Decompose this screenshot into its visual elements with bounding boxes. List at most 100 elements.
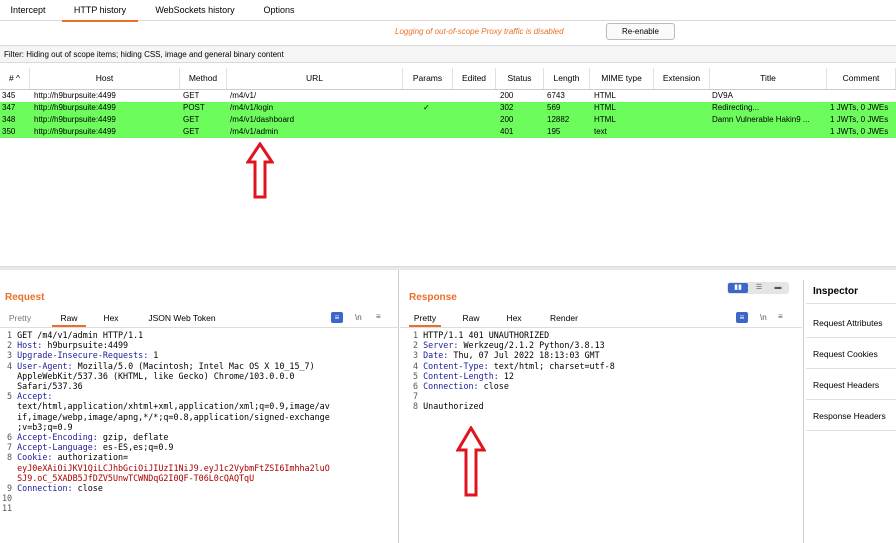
filter-bar[interactable]: Filter: Hiding out of scope items; hidin… (0, 45, 896, 63)
request-editor[interactable]: 1 GET /m4/v1/admin HTTP/1.1 2 Host: h9bu… (2, 330, 330, 514)
code-line: 2 Server: Werkzeug/2.1.2 Python/3.8.13 (408, 340, 615, 350)
panel-divider[interactable] (398, 270, 399, 543)
line-text: GET /m4/v1/admin HTTP/1.1 (17, 330, 144, 340)
col-params[interactable]: Params (403, 68, 453, 89)
col-extension[interactable]: Extension (654, 68, 710, 89)
tab-options[interactable]: Options (254, 0, 304, 20)
line-text: Werkzeug/2.1.2 Python/3.8.13 (458, 340, 605, 351)
table-row[interactable]: 348 http://h9burpsuite:4499 GET /m4/v1/d… (0, 114, 896, 126)
cell-method: GET (183, 115, 200, 124)
request-tab-raw[interactable]: Raw (52, 311, 86, 327)
layout-split-icon[interactable]: ▮▮ (728, 283, 748, 293)
cell-title (712, 126, 825, 138)
col-comment[interactable]: Comment (827, 68, 896, 89)
header-name: Accept-Language: (17, 442, 98, 453)
response-menu-icon[interactable]: ≡ (778, 312, 783, 321)
col-mime-type[interactable]: MIME type (590, 68, 654, 89)
tab-websockets-history[interactable]: WebSockets history (146, 0, 244, 20)
line-number: 3 (2, 350, 18, 361)
header-name: Host: (17, 340, 43, 351)
jwt-token-text: SJ9.oC_5XADB5JfDZV5UnwTCWNDqG2I0QF-T06L0… (17, 472, 255, 483)
cell-host: http://h9burpsuite:4499 (34, 91, 116, 100)
history-table-header: # ^ Host Method URL Params Edited Status… (0, 68, 896, 90)
tab-intercept[interactable]: Intercept (0, 0, 56, 20)
header-name: Connection: (423, 381, 479, 392)
header-name: Date: (423, 350, 449, 361)
request-tabs-divider (0, 327, 398, 328)
request-tab-hex[interactable]: Hex (96, 311, 126, 325)
request-tab-jwt[interactable]: JSON Web Token (138, 311, 226, 325)
line-number: 2 (2, 340, 18, 351)
code-line: 2 Host: h9burpsuite:4499 (2, 340, 330, 350)
response-editor[interactable]: 1 HTTP/1.1 401 UNAUTHORIZED 2 Server: We… (408, 330, 615, 412)
line-number: 8 (408, 401, 424, 412)
scope-warning: Logging of out-of-scope Proxy traffic is… (395, 27, 564, 36)
line-number: 11 (2, 503, 18, 514)
line-text: authorization= (52, 452, 129, 463)
line-number: 1 (408, 330, 424, 340)
response-tab-pretty[interactable]: Pretty (409, 311, 441, 327)
cell-title: DV9A (712, 91, 733, 100)
line-number: 7 (2, 442, 18, 453)
code-line: 6 Connection: close (408, 381, 615, 391)
layout-single-icon[interactable]: ▬ (769, 283, 787, 293)
line-text: text/html; charset=utf-8 (488, 360, 615, 371)
line-text: h9burpsuite:4499 (42, 340, 129, 351)
table-row[interactable]: 345 http://h9burpsuite:4499 GET /m4/v1/ … (0, 90, 896, 102)
line-number (2, 412, 17, 422)
table-row-selected[interactable]: 350 http://h9burpsuite:4499 GET /m4/v1/a… (0, 126, 896, 138)
code-line: 4 Content-Type: text/html; charset=utf-8 (408, 361, 615, 371)
cell-url: /m4/v1/login (230, 103, 274, 112)
code-line: 5 Content-Length: 12 (408, 371, 615, 381)
reenable-button[interactable]: Re-enable (606, 23, 675, 40)
line-number: 10 (2, 493, 18, 504)
col-title[interactable]: Title (710, 68, 827, 89)
request-panel: Request Pretty Raw Hex JSON Web Token ≡ … (0, 270, 398, 543)
request-newline-icon[interactable]: \n (355, 313, 362, 322)
code-line: Safari/537.36 (2, 381, 330, 391)
inspector-request-cookies[interactable]: Request Cookies (806, 339, 896, 369)
up-arrow-annotation (246, 142, 274, 199)
line-text: Thu, 07 Jul 2022 18:13:03 GMT (448, 350, 600, 361)
cell-number: 345 (2, 91, 16, 100)
response-tab-hex[interactable]: Hex (501, 311, 527, 325)
inspector-request-headers[interactable]: Request Headers (806, 370, 896, 400)
response-tab-raw[interactable]: Raw (458, 311, 484, 325)
line-text: close (478, 381, 509, 392)
table-row[interactable]: 347 http://h9burpsuite:4499 POST /m4/v1/… (0, 102, 896, 114)
line-number: 5 (408, 370, 424, 381)
line-number (2, 422, 17, 432)
up-arrow-annotation (456, 426, 486, 497)
line-number: 2 (408, 340, 424, 351)
layout-horizontal-icon[interactable]: ☰ (750, 283, 768, 293)
col-number[interactable]: # ^ (0, 68, 30, 89)
cell-method: GET (183, 91, 200, 100)
response-wrap-icon[interactable]: ≡ (736, 312, 748, 323)
code-line: 4 User-Agent: Mozilla/5.0 (Macintosh; In… (2, 361, 330, 371)
jwt-token-text: eyJ0eXAiOiJKV1QiLCJhbGciOiJIUzI1NiJ9.eyJ… (17, 462, 330, 473)
response-newline-icon[interactable]: \n (760, 313, 767, 322)
line-number (2, 401, 17, 411)
layout-toggle[interactable]: ▮▮ ☰ ▬ (727, 282, 789, 294)
info-bar: Logging of out-of-scope Proxy traffic is… (0, 21, 896, 43)
col-edited[interactable]: Edited (453, 68, 496, 89)
tab-http-history[interactable]: HTTP history (62, 0, 138, 22)
line-text: Unauthorized (423, 401, 484, 412)
code-line: 11 (2, 503, 330, 513)
request-tab-pretty[interactable]: Pretty (5, 311, 35, 325)
cell-host: http://h9burpsuite:4499 (34, 103, 116, 112)
header-name: Cookie: (17, 452, 53, 463)
col-length[interactable]: Length (544, 68, 590, 89)
inspector-request-attributes[interactable]: Request Attributes (806, 308, 896, 338)
inspector-divider[interactable] (803, 280, 804, 543)
inspector-response-headers[interactable]: Response Headers (806, 401, 896, 431)
col-method[interactable]: Method (180, 68, 227, 89)
response-tab-render[interactable]: Render (544, 311, 584, 325)
col-url[interactable]: URL (227, 68, 403, 89)
cell-number: 350 (2, 127, 16, 136)
request-wrap-icon[interactable]: ≡ (331, 312, 343, 323)
cell-status: 200 (500, 115, 514, 124)
col-status[interactable]: Status (496, 68, 544, 89)
request-menu-icon[interactable]: ≡ (376, 312, 381, 321)
col-host[interactable]: Host (30, 68, 180, 89)
